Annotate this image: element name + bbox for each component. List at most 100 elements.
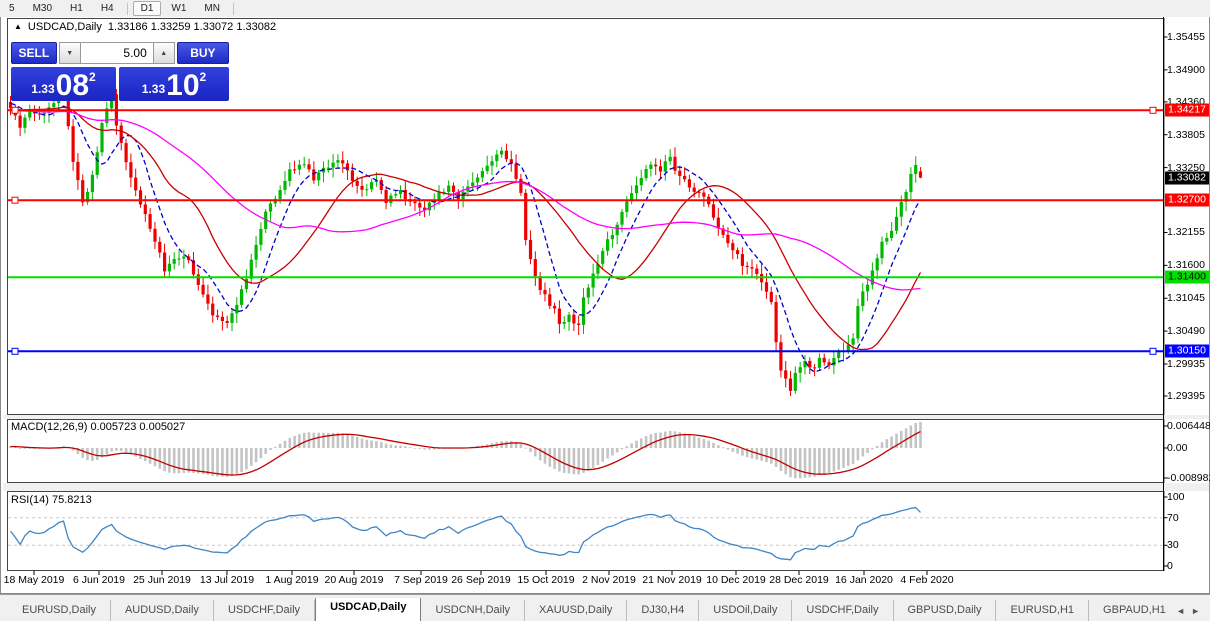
timeframe-button-h1[interactable]: H1 [62, 1, 91, 16]
sell-price-display[interactable]: 1.33 08 2 [11, 67, 116, 101]
buy-price-display[interactable]: 1.33 10 2 [119, 67, 229, 101]
candlestick-series [9, 83, 922, 396]
date-axis-label: 2 Nov 2019 [582, 574, 636, 586]
rsi-indicator-label: RSI(14) 75.8213 [11, 494, 92, 506]
tab-xauusd-daily[interactable]: XAUUSD,Daily [525, 600, 627, 621]
chart-canvas [1, 17, 1210, 611]
sell-price-small: 1.33 [31, 82, 54, 96]
chart-ohlc-values: 1.33186 1.33259 1.33072 1.33082 [108, 21, 276, 33]
macd-signal-line [11, 432, 921, 475]
hline-price-label: 1.31400 [1165, 271, 1209, 284]
tab-usdchf-daily[interactable]: USDCHF,Daily [792, 600, 893, 621]
hline-price-label: 1.32700 [1165, 194, 1209, 207]
line-drag-handle[interactable] [12, 107, 18, 113]
line-drag-handle[interactable] [1150, 348, 1156, 354]
rsi-axis-label: 100 [1167, 491, 1185, 503]
tab-usdcad-daily[interactable]: USDCAD,Daily [315, 598, 421, 621]
line-drag-handle[interactable] [12, 348, 18, 354]
buy-price-small: 1.33 [142, 82, 165, 96]
horizontal-line-1-30150[interactable] [8, 348, 1164, 354]
tab-eurusd-daily[interactable]: EURUSD,Daily [8, 600, 111, 621]
price-axis-label: 1.31600 [1167, 259, 1205, 271]
hline-price-label: 1.30150 [1165, 345, 1209, 358]
tab-usdoil-daily[interactable]: USDOil,Daily [699, 600, 792, 621]
panel-frame [8, 492, 1165, 571]
ma-mid-line [11, 107, 921, 349]
rsi-axis-label: 30 [1167, 539, 1179, 551]
tab-gbpaud-h1[interactable]: GBPAUD,H1 [1089, 600, 1172, 621]
toolbar-separator [127, 3, 128, 15]
collapse-icon[interactable]: ▲ [14, 22, 22, 32]
date-axis-label: 13 Jul 2019 [200, 574, 254, 586]
macd-indicator-label: MACD(12,26,9) 0.005723 0.005027 [11, 421, 185, 433]
macd-axis-label: -0.008982 [1167, 472, 1210, 484]
tab-audusd-daily[interactable]: AUDUSD,Daily [111, 600, 214, 621]
price-axis-label: 1.34900 [1167, 64, 1205, 76]
tab-usdchf-daily[interactable]: USDCHF,Daily [214, 600, 315, 621]
rsi-axis-label: 70 [1167, 512, 1179, 524]
chart-title-bar: ▲ USDCAD,Daily 1.33186 1.33259 1.33072 1… [14, 21, 276, 33]
volume-increase-button[interactable]: ▲ [154, 43, 174, 63]
tab-usdcnh-daily[interactable]: USDCNH,Daily [421, 600, 525, 621]
date-axis-label: 6 Jun 2019 [73, 574, 125, 586]
sell-button[interactable]: SELL [11, 42, 57, 64]
tab-gbpusd-daily[interactable]: GBPUSD,Daily [894, 600, 997, 621]
volume-stepper: ▼ ▲ [59, 42, 175, 64]
buy-button[interactable]: BUY [177, 42, 229, 64]
chart-symbol-label: USDCAD,Daily [28, 21, 102, 33]
timeframe-button-5[interactable]: 5 [1, 1, 23, 16]
rsi-line [11, 508, 921, 560]
current-price-label: 1.33082 [1165, 171, 1209, 184]
toolbar-separator [233, 3, 234, 15]
sell-price-big: 08 [56, 73, 89, 99]
timeframe-button-m30[interactable]: M30 [25, 1, 60, 16]
chart-tabs: EURUSD,DailyAUDUSD,DailyUSDCHF,DailyUSDC… [8, 598, 1172, 621]
date-axis-label: 25 Jun 2019 [133, 574, 191, 586]
timeframe-button-mn[interactable]: MN [196, 1, 228, 16]
date-axis-label: 26 Sep 2019 [451, 574, 511, 586]
horizontal-line-1-34217[interactable] [8, 107, 1164, 113]
sell-price-superscript: 2 [89, 70, 96, 84]
volume-decrease-button[interactable]: ▼ [60, 43, 80, 63]
hline-price-label: 1.34217 [1165, 104, 1209, 117]
buy-price-big: 10 [166, 73, 199, 99]
price-axis-label: 1.35455 [1167, 31, 1205, 43]
horizontal-line-1-32700[interactable] [8, 197, 1164, 203]
tab-scroll-right-icon[interactable]: ► [1191, 606, 1200, 616]
date-axis-label: 21 Nov 2019 [642, 574, 702, 586]
line-drag-handle[interactable] [1150, 107, 1156, 113]
date-axis-label: 15 Oct 2019 [517, 574, 574, 586]
date-axis-label: 4 Feb 2020 [900, 574, 953, 586]
price-axis-label: 1.32155 [1167, 226, 1205, 238]
price-axis-label: 1.33805 [1167, 129, 1205, 141]
chart-window: ▲ USDCAD,Daily 1.33186 1.33259 1.33072 1… [0, 17, 1210, 594]
date-axis-label: 18 May 2019 [4, 574, 65, 586]
timeframe-button-d1[interactable]: D1 [133, 1, 162, 16]
tab-eurusd-h1[interactable]: EURUSD,H1 [996, 600, 1089, 621]
date-axis-label: 16 Jan 2020 [835, 574, 893, 586]
date-axis-label: 10 Dec 2019 [706, 574, 766, 586]
one-click-trading-panel: SELL ▼ ▲ BUY 1.33 08 2 1.33 10 2 [11, 42, 229, 101]
price-axis-label: 1.30490 [1167, 325, 1205, 337]
date-axis-label: 1 Aug 2019 [265, 574, 318, 586]
date-axis-label: 7 Sep 2019 [394, 574, 448, 586]
timeframe-button-h4[interactable]: H4 [93, 1, 122, 16]
tab-dj30-h4[interactable]: DJ30,H4 [627, 600, 699, 621]
buy-price-superscript: 2 [200, 70, 207, 84]
price-axis-label: 1.29935 [1167, 358, 1205, 370]
tab-scroll-arrows: ◄ ► [1172, 606, 1210, 621]
timeframe-button-w1[interactable]: W1 [163, 1, 194, 16]
volume-input[interactable] [80, 43, 154, 63]
timeframe-toolbar: 5M30H1H4 D1W1MN [0, 0, 1210, 18]
chart-tab-bar: EURUSD,DailyAUDUSD,DailyUSDCHF,DailyUSDC… [0, 594, 1210, 621]
line-drag-handle[interactable] [12, 197, 18, 203]
rsi-axis-label: 0 [1167, 560, 1173, 572]
macd-axis-label: 0.006448 [1167, 420, 1210, 432]
price-axis-label: 1.29395 [1167, 390, 1205, 402]
tab-scroll-left-icon[interactable]: ◄ [1176, 606, 1185, 616]
mt4-window: 5M30H1H4 D1W1MN ▲ USDCAD,Daily 1.33186 1.… [0, 0, 1210, 621]
date-axis-label: 20 Aug 2019 [325, 574, 384, 586]
ma-fast-line [11, 103, 921, 372]
panel-splitter[interactable] [3, 415, 1209, 419]
panel-splitter[interactable] [3, 483, 1209, 491]
